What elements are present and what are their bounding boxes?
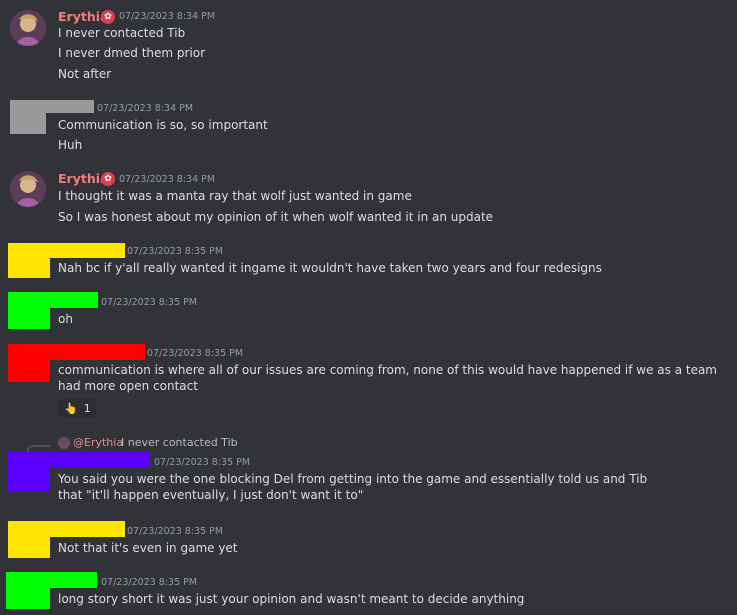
timestamp: 07/23/2023 8:35 PM bbox=[154, 457, 251, 468]
timestamp: 07/23/2023 8:35 PM bbox=[127, 526, 224, 537]
message-text: communication is where all of our issues… bbox=[58, 363, 717, 393]
timestamp: 07/23/2023 8:34 PM bbox=[119, 174, 216, 185]
message-text: You said you were the one blocking Del f… bbox=[58, 472, 648, 502]
reply-mention[interactable]: @Erythia bbox=[73, 436, 123, 449]
pointing-up-emoji-icon: 👆 bbox=[64, 401, 78, 415]
message-text: So I was honest about my opinion of it w… bbox=[58, 210, 494, 224]
avatar[interactable] bbox=[10, 10, 46, 46]
message-text: Communication is so, so important bbox=[58, 118, 268, 132]
timestamp: 07/23/2023 8:35 PM bbox=[101, 297, 198, 308]
timestamp: 07/23/2023 8:34 PM bbox=[97, 103, 194, 114]
reply-preview-text[interactable]: I never contacted Tib bbox=[121, 436, 238, 449]
avatar[interactable] bbox=[8, 292, 50, 329]
message-text: I thought it was a manta ray that wolf j… bbox=[58, 189, 412, 203]
avatar[interactable] bbox=[8, 452, 50, 491]
message-text: I never contacted Tib bbox=[58, 26, 186, 40]
username-redacted[interactable] bbox=[46, 100, 94, 113]
timestamp: 07/23/2023 8:35 PM bbox=[147, 348, 244, 359]
reaction-count: 1 bbox=[83, 401, 91, 415]
role-badge-icon: ✿ bbox=[101, 172, 115, 186]
message-text: oh bbox=[58, 312, 73, 326]
message-text: Not that it's even in game yet bbox=[58, 541, 238, 555]
avatar-image bbox=[10, 171, 46, 207]
timestamp: 07/23/2023 8:35 PM bbox=[127, 246, 224, 257]
avatar[interactable] bbox=[8, 344, 50, 382]
message-text: long story short it was just your opinio… bbox=[58, 592, 525, 606]
role-badge-icon: ✿ bbox=[101, 10, 115, 24]
timestamp: 07/23/2023 8:34 PM bbox=[119, 11, 216, 22]
timestamp: 07/23/2023 8:35 PM bbox=[101, 577, 198, 588]
message-text: Not after bbox=[58, 67, 112, 81]
avatar-image bbox=[10, 10, 46, 46]
avatar[interactable] bbox=[8, 243, 50, 278]
avatar[interactable] bbox=[10, 100, 46, 134]
message-text: I never dmed them prior bbox=[58, 46, 206, 60]
avatar[interactable] bbox=[6, 572, 50, 609]
reply-avatar bbox=[58, 437, 70, 449]
avatar[interactable] bbox=[10, 171, 46, 207]
message-text: Huh bbox=[58, 138, 83, 152]
avatar[interactable] bbox=[8, 521, 50, 558]
reaction-button[interactable]: 👆 1 bbox=[58, 398, 97, 418]
message-text: Nah bc if y'all really wanted it ingame … bbox=[58, 261, 602, 275]
